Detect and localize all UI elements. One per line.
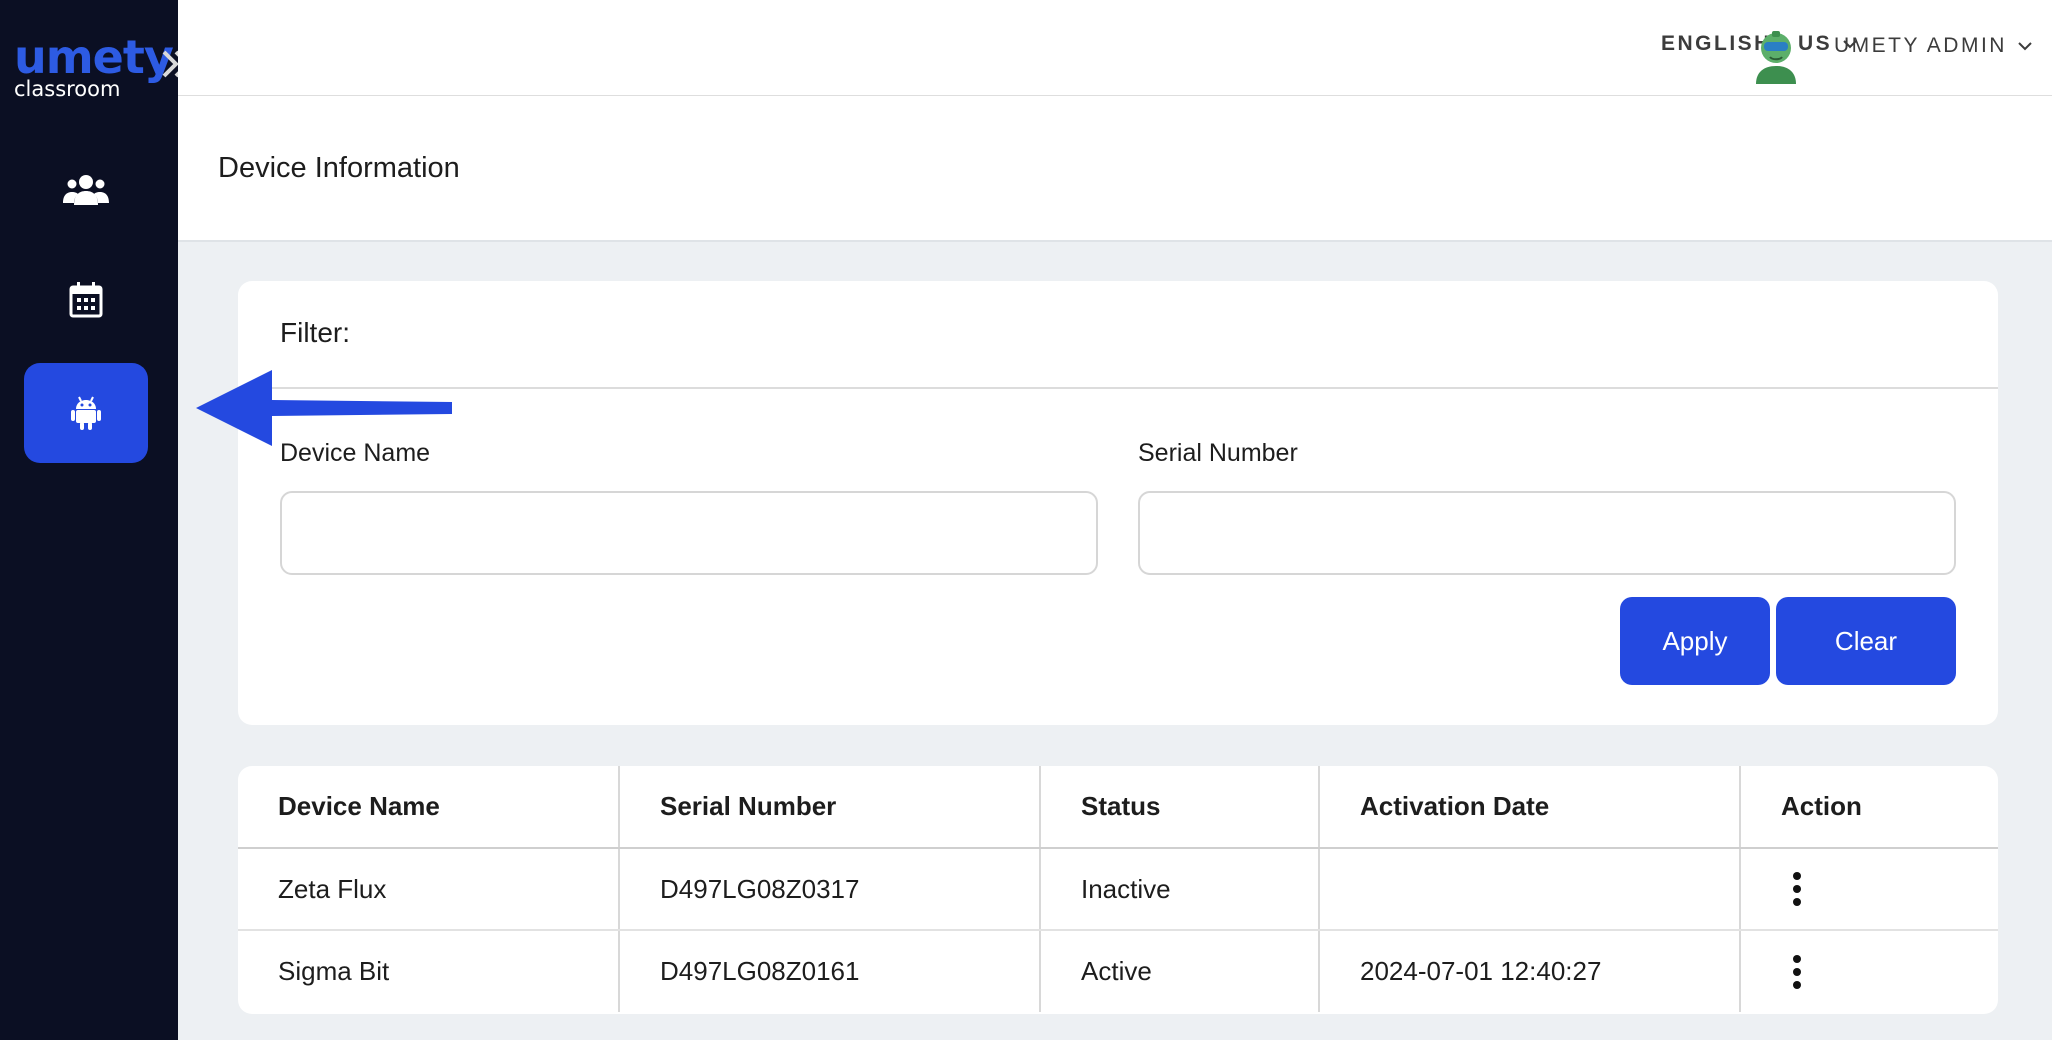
cell-activation-date: 2024-07-01 12:40:27: [1319, 930, 1741, 1012]
annotation-arrow: [196, 370, 452, 446]
filter-panel: Filter: Device Name Serial Number Apply …: [238, 281, 1998, 725]
avatar[interactable]: [1750, 28, 1802, 84]
user-menu[interactable]: UMETY ADMIN: [1834, 34, 2033, 58]
cell-activation-date: [1319, 848, 1741, 931]
top-bar: ENGLISH - US UMETY ADMIN: [178, 0, 2052, 96]
more-vertical-icon[interactable]: [1781, 869, 1813, 909]
sidebar: umety classroom: [0, 0, 178, 1040]
apply-button[interactable]: Apply: [1620, 597, 1770, 685]
cell-action: [1740, 930, 1998, 1012]
clear-button[interactable]: Clear: [1776, 597, 1956, 685]
cell-action: [1740, 848, 1998, 931]
more-vertical-icon[interactable]: [1781, 952, 1813, 992]
column-header-activation-date[interactable]: Activation Date: [1319, 766, 1741, 849]
brand-logo[interactable]: umety classroom: [14, 30, 174, 100]
cell-device-name: Sigma Bit: [238, 930, 620, 1012]
calendar-icon: [69, 282, 103, 318]
column-header-device-name[interactable]: Device Name: [238, 766, 620, 849]
cell-serial-number: D497LG08Z0161: [619, 930, 1041, 1012]
user-name: UMETY ADMIN: [1834, 34, 2007, 57]
sidebar-item-users[interactable]: [24, 140, 148, 240]
filter-divider: [238, 387, 1998, 389]
sidebar-item-devices[interactable]: [24, 363, 148, 463]
sidebar-item-calendar[interactable]: [24, 250, 148, 350]
chevron-down-icon: [2018, 42, 2032, 51]
table-row[interactable]: Sigma Bit D497LG08Z0161 Active 2024-07-0…: [238, 930, 1998, 1012]
language-label: ENGLISH - US: [1661, 32, 1833, 55]
device-name-input[interactable]: [280, 491, 1098, 575]
cell-status: Active: [1040, 930, 1320, 1012]
page-header: Device Information: [178, 96, 2052, 242]
cell-device-name: Zeta Flux: [238, 848, 620, 931]
page-title: Device Information: [218, 152, 460, 184]
cell-status: Inactive: [1040, 848, 1320, 931]
users-icon: [63, 175, 109, 205]
column-header-action: Action: [1740, 766, 1998, 849]
devices-table: Device Name Serial Number Status Activat…: [238, 766, 1998, 1012]
filter-label: Filter:: [280, 317, 350, 348]
serial-number-label: Serial Number: [1138, 439, 1298, 467]
cell-serial-number: D497LG08Z0317: [619, 848, 1041, 931]
column-header-status[interactable]: Status: [1040, 766, 1320, 849]
column-header-serial-number[interactable]: Serial Number: [619, 766, 1041, 849]
table-row[interactable]: Zeta Flux D497LG08Z0317 Inactive: [238, 848, 1998, 931]
devices-table-card: Device Name Serial Number Status Activat…: [238, 766, 1998, 1014]
table-header-row: Device Name Serial Number Status Activat…: [238, 766, 1998, 849]
brand-name: umety: [14, 30, 174, 84]
serial-number-input[interactable]: [1138, 491, 1956, 575]
android-icon: [71, 396, 101, 430]
